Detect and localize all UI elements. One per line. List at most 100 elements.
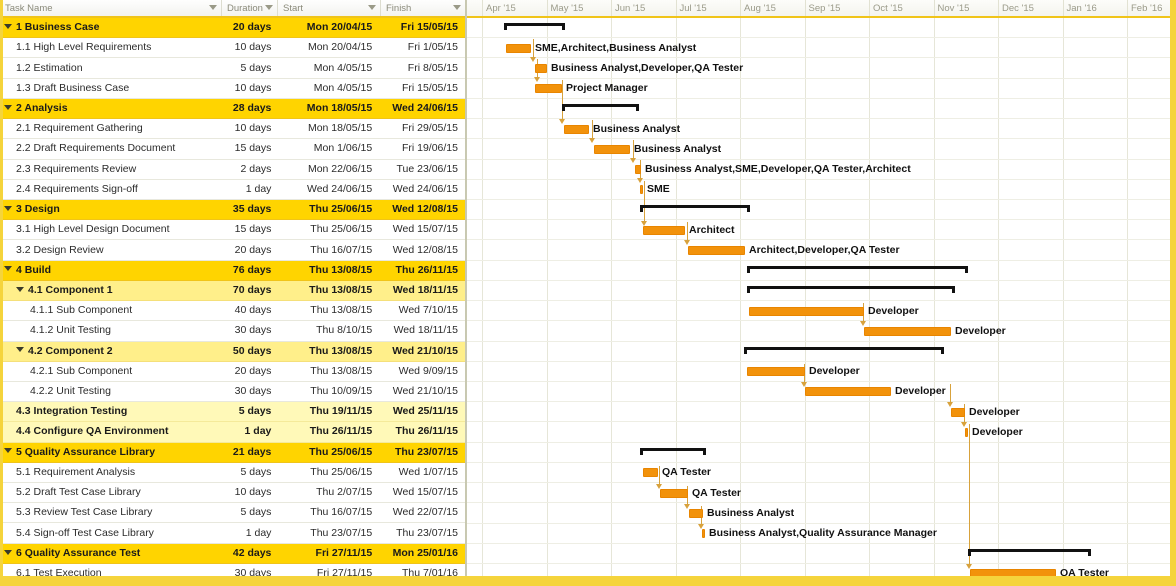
summary-bar-cap-left	[562, 104, 565, 111]
task-bar[interactable]	[951, 408, 965, 417]
task-finish-cell: Thu 23/07/15	[380, 443, 465, 462]
table-row[interactable]: 4 Build76 daysThu 13/08/15Thu 26/11/15	[0, 261, 465, 281]
table-row[interactable]: 4.2.2 Unit Testing30 daysThu 10/09/15Wed…	[0, 382, 465, 402]
collapse-toggle-icon[interactable]	[4, 266, 12, 271]
task-bar[interactable]	[965, 428, 968, 437]
task-bar[interactable]	[535, 84, 562, 93]
table-row[interactable]: 4.3 Integration Testing5 daysThu 19/11/1…	[0, 402, 465, 422]
summary-bar[interactable]	[562, 104, 639, 111]
table-row[interactable]: 2.1 Requirement Gathering10 daysMon 18/0…	[0, 119, 465, 139]
filter-dropdown-icon[interactable]	[453, 5, 461, 10]
table-row[interactable]: 5 Quality Assurance Library21 daysThu 25…	[0, 443, 465, 463]
task-bar[interactable]	[660, 489, 688, 498]
table-row[interactable]: 4.1 Component 170 daysThu 13/08/15Wed 18…	[0, 281, 465, 301]
table-row[interactable]: 4.1.1 Sub Component40 daysThu 13/08/15We…	[0, 301, 465, 321]
task-bar[interactable]	[805, 387, 891, 396]
table-row[interactable]: 5.2 Draft Test Case Library10 daysThu 2/…	[0, 483, 465, 503]
task-duration-cell: 21 days	[222, 443, 278, 462]
task-bar[interactable]	[643, 468, 658, 477]
timeline-rowline	[466, 482, 1176, 483]
table-row[interactable]: 3.2 Design Review20 daysThu 16/07/15Wed …	[0, 240, 465, 260]
task-resource-label: Business Analyst,Developer,QA Tester	[551, 63, 743, 74]
summary-bar-cap-right	[562, 23, 565, 30]
collapse-toggle-icon[interactable]	[16, 287, 24, 292]
table-row[interactable]: 4.2 Component 250 daysThu 13/08/15Wed 21…	[0, 342, 465, 362]
timeline-body[interactable]: SME,Architect,Business AnalystBusiness A…	[466, 18, 1176, 576]
task-resource-label: Business Analyst,Quality Assurance Manag…	[709, 528, 937, 539]
summary-bar-cap-right	[703, 448, 706, 455]
table-row[interactable]: 1.2 Estimation5 daysMon 4/05/15Fri 8/05/…	[0, 58, 465, 78]
filter-dropdown-icon[interactable]	[209, 5, 217, 10]
task-bar[interactable]	[864, 327, 951, 336]
table-row[interactable]: 3.1 High Level Design Document15 daysThu…	[0, 220, 465, 240]
summary-bar[interactable]	[747, 266, 968, 273]
task-finish-cell: Thu 26/11/15	[380, 261, 465, 280]
summary-bar[interactable]	[640, 448, 706, 455]
task-name-label: 3.1 High Level Design Document	[16, 223, 170, 235]
table-row[interactable]: 5.4 Sign-off Test Case Library1 dayThu 2…	[0, 523, 465, 543]
summary-bar-cap-right	[965, 266, 968, 273]
task-name-label: 1.3 Draft Business Case	[16, 82, 129, 94]
table-row[interactable]: 2.3 Requirements Review2 daysMon 22/06/1…	[0, 160, 465, 180]
task-finish-cell: Wed 24/06/15	[380, 99, 465, 118]
summary-bar[interactable]	[504, 23, 565, 30]
table-row[interactable]: 2.2 Draft Requirements Document15 daysMo…	[0, 139, 465, 159]
panel-splitter[interactable]	[466, 0, 467, 586]
task-bar[interactable]	[640, 185, 643, 194]
task-bar[interactable]	[643, 226, 685, 235]
summary-bar[interactable]	[968, 549, 1091, 556]
timeline-gridline	[1127, 18, 1128, 576]
task-bar[interactable]	[688, 246, 745, 255]
task-bar[interactable]	[594, 145, 630, 154]
table-row[interactable]: 2 Analysis28 daysMon 18/05/15Wed 24/06/1…	[0, 99, 465, 119]
task-bar[interactable]	[635, 165, 641, 174]
task-name-label: 4.4 Configure QA Environment	[16, 425, 168, 437]
collapse-toggle-icon[interactable]	[4, 105, 12, 110]
summary-bar-cap-right	[952, 286, 955, 293]
column-header-start[interactable]: Start	[278, 0, 381, 16]
collapse-toggle-icon[interactable]	[4, 448, 12, 453]
filter-dropdown-icon[interactable]	[368, 5, 376, 10]
summary-bar[interactable]	[744, 347, 944, 354]
timeline-rowline	[466, 118, 1176, 119]
task-bar[interactable]	[535, 64, 547, 73]
task-start-cell: Thu 25/06/15	[277, 443, 380, 462]
summary-bar[interactable]	[747, 286, 955, 293]
task-finish-cell: Fri 15/05/15	[380, 79, 465, 98]
column-header-duration[interactable]: Duration	[222, 0, 278, 16]
task-name-cell: 2.4 Requirements Sign-off	[0, 180, 222, 199]
summary-bar[interactable]	[640, 205, 750, 212]
task-name-label: 2.4 Requirements Sign-off	[16, 183, 138, 195]
task-name-cell: 1 Business Case	[0, 18, 222, 37]
table-row[interactable]: 1.3 Draft Business Case10 daysMon 4/05/1…	[0, 79, 465, 99]
dependency-arrow-icon	[860, 321, 866, 326]
table-row[interactable]: 6 Quality Assurance Test42 daysFri 27/11…	[0, 544, 465, 564]
collapse-toggle-icon[interactable]	[4, 206, 12, 211]
task-bar[interactable]	[689, 509, 703, 518]
table-row[interactable]: 4.4 Configure QA Environment1 dayThu 26/…	[0, 422, 465, 442]
collapse-toggle-icon[interactable]	[4, 550, 12, 555]
filter-dropdown-icon[interactable]	[265, 5, 273, 10]
task-name-label: 1.2 Estimation	[16, 62, 83, 74]
collapse-toggle-icon[interactable]	[4, 24, 12, 29]
table-row[interactable]: 1 Business Case20 daysMon 20/04/15Fri 15…	[0, 18, 465, 38]
collapse-toggle-icon[interactable]	[16, 347, 24, 352]
column-header-finish[interactable]: Finish	[381, 0, 465, 16]
task-bar[interactable]	[749, 307, 864, 316]
table-row[interactable]: 5.3 Review Test Case Library5 daysThu 16…	[0, 503, 465, 523]
task-bar[interactable]	[506, 44, 531, 53]
task-bar[interactable]	[564, 125, 589, 134]
table-row[interactable]: 3 Design35 daysThu 25/06/15Wed 12/08/15	[0, 200, 465, 220]
month-label: Jun '15	[611, 0, 645, 18]
task-bar[interactable]	[702, 529, 705, 538]
table-row[interactable]: 1.1 High Level Requirements10 daysMon 20…	[0, 38, 465, 58]
column-header-task-name[interactable]: Task Name	[0, 0, 222, 16]
table-row[interactable]: 4.1.2 Unit Testing30 daysThu 8/10/15Wed …	[0, 321, 465, 341]
month-label: Dec '15	[998, 0, 1034, 18]
task-bar[interactable]	[747, 367, 805, 376]
timeline-gridline	[547, 18, 548, 576]
table-row[interactable]: 4.2.1 Sub Component20 daysThu 13/08/15We…	[0, 362, 465, 382]
task-name-label: 4.2 Component 2	[28, 345, 113, 357]
table-row[interactable]: 2.4 Requirements Sign-off1 dayWed 24/06/…	[0, 180, 465, 200]
table-row[interactable]: 5.1 Requirement Analysis5 daysThu 25/06/…	[0, 463, 465, 483]
